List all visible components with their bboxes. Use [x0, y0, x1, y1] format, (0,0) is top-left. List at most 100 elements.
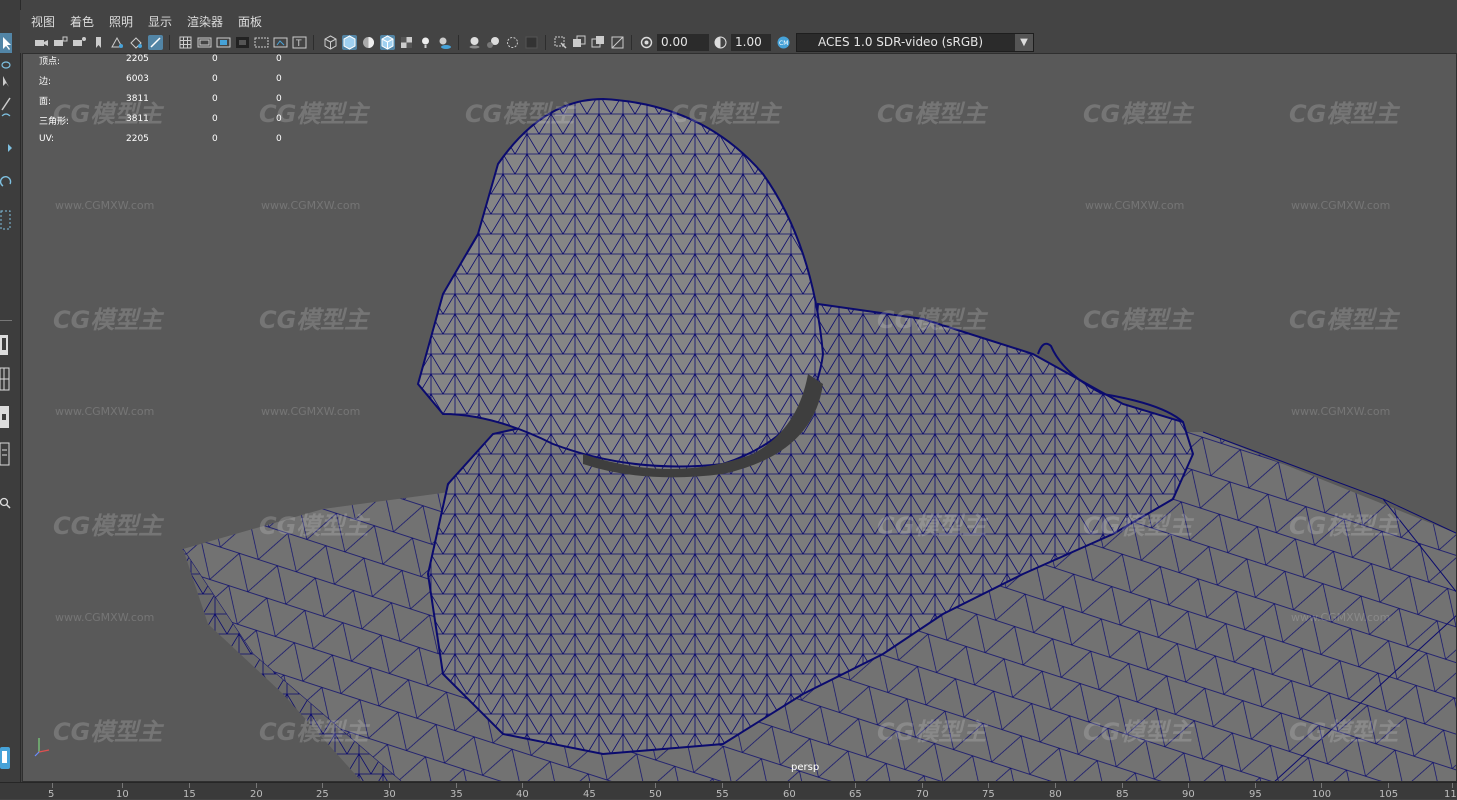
color-space-dropdown[interactable]: ACES 1.0 SDR-video (sRGB) ▼ [796, 33, 1034, 52]
time-tick-label: 25 [316, 789, 329, 800]
hud-value: 0 [276, 134, 282, 144]
use-all-lights-icon[interactable] [418, 35, 433, 50]
layout-four-icon [0, 367, 10, 391]
tick-mark [1122, 783, 1123, 788]
bookmark-icon[interactable] [91, 35, 106, 50]
motion-blur-icon[interactable] [486, 35, 501, 50]
hud-value: 6003 [126, 74, 149, 84]
svg-text:CM: CM [779, 40, 788, 47]
wireframe-on-shaded-icon[interactable] [380, 35, 395, 50]
menu-renderer[interactable]: 渲染器 [187, 13, 223, 30]
film-gate-icon[interactable] [197, 35, 212, 50]
isolate-select-icon[interactable] [553, 35, 568, 50]
scale-tool-button[interactable] [0, 138, 12, 158]
tick-mark [655, 783, 656, 788]
camera-attributes-icon[interactable] [72, 35, 87, 50]
grid-icon[interactable] [178, 35, 193, 50]
menu-show[interactable]: 显示 [148, 13, 172, 30]
xray-joints-icon[interactable] [610, 35, 625, 50]
menu-lighting[interactable]: 照明 [109, 13, 133, 30]
resolution-gate-icon[interactable] [216, 35, 231, 50]
hud-value: 3811 [126, 114, 149, 124]
menu-shading[interactable]: 着色 [70, 13, 94, 30]
tick-mark [1452, 783, 1453, 788]
smooth-shade-icon[interactable] [342, 35, 357, 50]
rect-select-tool-button[interactable] [0, 208, 12, 230]
toolbar-separator [169, 35, 170, 50]
script-icon [0, 747, 10, 769]
menu-view[interactable]: 视图 [31, 13, 55, 30]
watermark-logo: CG模型主 [53, 306, 163, 334]
menu-panels[interactable]: 面板 [238, 13, 262, 30]
2d-pan-zoom-icon[interactable] [129, 35, 144, 50]
xray-active-components-icon[interactable] [591, 35, 606, 50]
safe-title-icon[interactable]: T [292, 35, 307, 50]
watermark-logo: CG模型主 [1083, 306, 1193, 334]
time-slider[interactable]: 5 10 15 20 25 30 35 40 45 50 55 60 65 70… [0, 782, 1457, 800]
hud-value: 0 [276, 94, 282, 104]
watermark-logo: CG模型主 [877, 306, 987, 334]
panel-toolbar: T 0.00 1.00 CM ACES 1.0 SDR-video (sRGB)… [20, 32, 1457, 53]
tick-mark [922, 783, 923, 788]
xray-icon[interactable] [572, 35, 587, 50]
time-tick-label: 20 [250, 789, 263, 800]
perspective-viewport[interactable]: CG模型主 CG模型主 CG模型主 CG模型主 CG模型主 CG模型主 CG模型… [22, 53, 1457, 782]
tick-mark [256, 783, 257, 788]
search-button[interactable] [0, 494, 12, 514]
script-editor-button[interactable] [0, 745, 12, 771]
grease-pencil-icon[interactable] [148, 35, 163, 50]
gamma-field[interactable]: 1.00 [731, 34, 771, 51]
layout-four-button[interactable] [0, 366, 12, 392]
watermark-url: www.CGMXW.com [55, 199, 155, 212]
hud-value: 0 [212, 54, 218, 64]
textured-icon[interactable] [399, 35, 414, 50]
watermark-logo: CG模型主 [1083, 100, 1193, 128]
tick-mark [52, 783, 53, 788]
paint-select-tool-button[interactable] [0, 72, 12, 92]
anti-aliasing-icon[interactable] [505, 35, 520, 50]
select-camera-icon[interactable] [34, 35, 49, 50]
gate-mask-icon[interactable] [235, 35, 250, 50]
wireframe-icon[interactable] [323, 35, 338, 50]
view-transform-icon[interactable]: CM [776, 35, 791, 50]
tick-mark [855, 783, 856, 788]
watermark-url: www.CGMXW.com [55, 405, 155, 418]
toolbar-separator [313, 35, 314, 50]
image-plane-icon[interactable] [110, 35, 125, 50]
hud-value: 3811 [126, 94, 149, 104]
rotate-tool-button[interactable] [0, 172, 12, 192]
use-default-material-icon[interactable] [361, 35, 376, 50]
select-tool-button[interactable] [0, 33, 12, 53]
hud-value: 0 [212, 134, 218, 144]
toolbar-separator [458, 35, 459, 50]
hud-value: 0 [276, 54, 282, 64]
watermark-logo: CG模型主 [1289, 718, 1399, 746]
move-icon [1, 113, 11, 117]
watermark-logo: CG模型主 [53, 512, 163, 540]
safe-action-icon[interactable] [273, 35, 288, 50]
watermark-logo: CG模型主 [877, 718, 987, 746]
gamma-icon[interactable] [713, 35, 728, 50]
panel-menubar: 视图 着色 照明 显示 渲染器 面板 [20, 10, 1457, 33]
hud-value: 0 [276, 74, 282, 84]
exposure-icon[interactable] [639, 35, 654, 50]
lock-camera-icon[interactable] [53, 35, 68, 50]
tick-mark [1055, 783, 1056, 788]
field-chart-icon[interactable] [254, 35, 269, 50]
tick-mark [722, 783, 723, 788]
toolbar-divider [0, 320, 12, 321]
outliner-button[interactable] [0, 441, 12, 467]
layout-side-button[interactable] [0, 404, 12, 430]
move-tool-button[interactable] [0, 110, 12, 130]
select-arrow-icon [3, 37, 11, 50]
watermark-logo: CG模型主 [877, 100, 987, 128]
toolbar-separator [631, 35, 632, 50]
layout-single-button[interactable] [0, 333, 12, 357]
toolbar-separator [545, 35, 546, 50]
time-tick-label: 30 [383, 789, 396, 800]
screen-space-ao-icon[interactable] [467, 35, 482, 50]
depth-of-field-icon[interactable] [524, 35, 539, 50]
shadows-icon[interactable] [437, 35, 452, 50]
exposure-field[interactable]: 0.00 [657, 34, 709, 51]
time-tick-label: 85 [1116, 789, 1129, 800]
